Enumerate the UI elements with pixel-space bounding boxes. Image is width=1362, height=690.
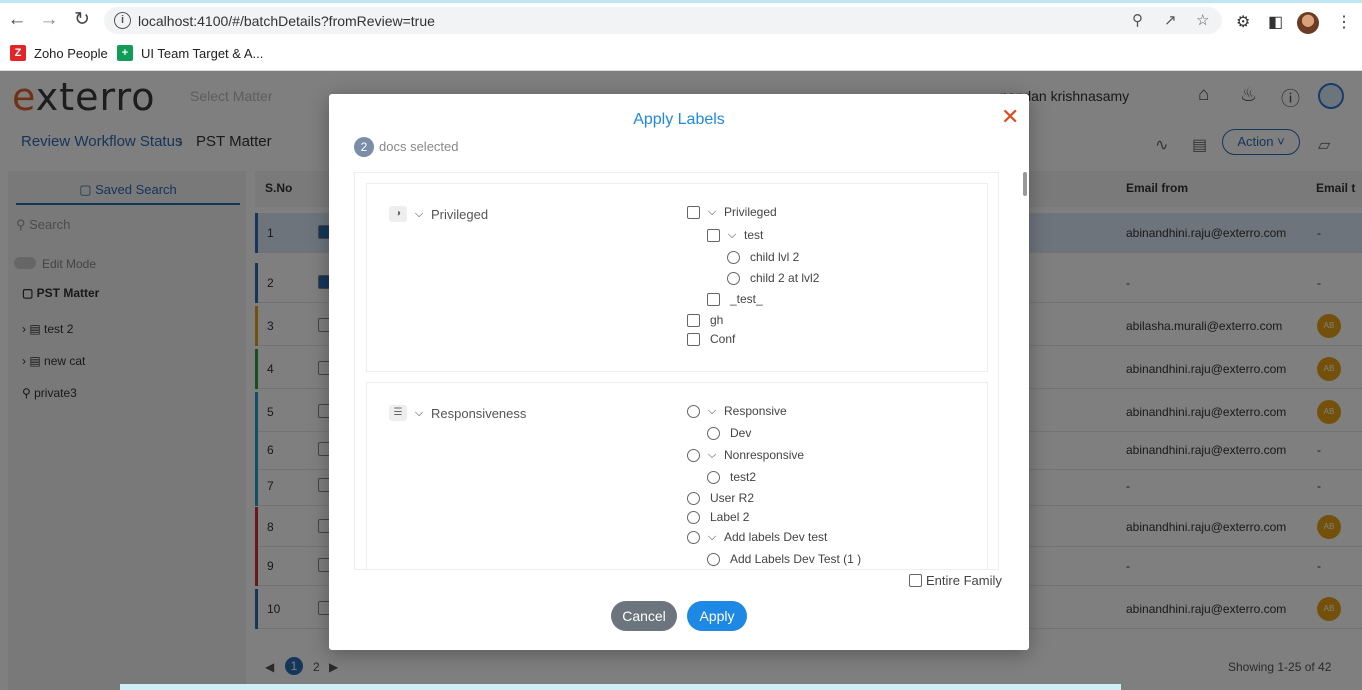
browser-menu-icon[interactable]: ⋮ [1336,12,1352,32]
chevron-down-icon[interactable]: ⌵ [706,405,718,418]
site-info-icon[interactable]: i [114,12,131,29]
option-user-r2[interactable]: User R2 [687,491,754,505]
option-test-underscore[interactable]: _test_ [707,292,763,306]
checkbox[interactable] [707,228,720,242]
option-child-2-at-lvl2[interactable]: child 2 at lvl2 [727,271,819,285]
bottom-notification-strip [120,684,1121,690]
apply-button[interactable]: Apply [687,601,747,631]
option-label-2[interactable]: Label 2 [687,510,749,524]
radio-button[interactable] [687,510,700,524]
option-label: test [744,228,764,242]
docs-count-badge: 2 [354,137,374,157]
option-label: Add Labels Dev Test (1 ) [730,552,862,566]
entire-family-checkbox[interactable] [909,574,922,587]
option-label: child lvl 2 [750,250,800,264]
docs-selected-label: docs selected [379,139,459,154]
zoho-logo-icon: Z [10,45,26,61]
address-bar[interactable]: i localhost:4100/#/batchDetails?fromRevi… [104,7,1222,34]
radio-button[interactable] [707,552,720,566]
share-icon[interactable]: ↗ [1164,11,1177,29]
reload-icon[interactable]: ↻ [71,9,93,31]
option-label: Label 2 [710,510,750,524]
sheets-logo-icon: + [117,45,133,61]
profile-avatar[interactable] [1297,12,1319,34]
apply-labels-dialog: Apply Labels ✕ 2 docs selected ◑ ⌵ Privi… [329,94,1029,650]
checkbox[interactable] [687,205,700,219]
chevron-down-icon[interactable]: ⌵ [413,407,425,420]
option-add-labels-dev-test-1[interactable]: Add Labels Dev Test (1 ) [707,552,861,566]
category-panel-responsiveness: ☰ ⌵ Responsiveness ⌵ Responsive Dev ⌵ Nonr… [366,382,988,569]
bookmarks-bar: Z Zoho People + UI Team Target & A... [0,37,1362,71]
checkbox[interactable] [687,332,700,346]
category-header-responsiveness[interactable]: ☰ ⌵ Responsiveness [389,405,526,421]
option-dev[interactable]: Dev [707,426,751,440]
category-panel-privileged: ◑ ⌵ Privileged ⌵ Privileged ⌵ test child l… [366,183,988,372]
labels-scroll-area[interactable]: ◑ ⌵ Privileged ⌵ Privileged ⌵ test child l… [354,172,999,570]
radio-button[interactable] [707,470,720,484]
browser-toolbar: ← → ↻ i localhost:4100/#/batchDetails?fr… [0,3,1362,37]
radio-button[interactable] [687,530,700,544]
radio-button[interactable] [707,426,720,440]
checkbox[interactable] [687,313,700,327]
globe-category-icon: ◑ [389,206,407,222]
option-nonresponsive[interactable]: ⌵ Nonresponsive [687,448,804,462]
option-label: _test_ [730,292,763,306]
bookmark-star-icon[interactable]: ☆ [1196,11,1209,29]
scrollbar-thumb[interactable] [1023,172,1027,196]
chevron-down-icon[interactable]: ⌵ [413,208,425,221]
category-header-privileged[interactable]: ◑ ⌵ Privileged [389,206,488,222]
radio-button[interactable] [727,250,740,264]
option-add-labels-dev-test[interactable]: ⌵ Add labels Dev test [687,530,827,544]
radio-button[interactable] [727,271,740,285]
key-icon[interactable]: ⚲ [1132,11,1143,29]
option-label: Dev [730,426,752,440]
bookmark-zoho-people[interactable]: Z Zoho People [10,45,108,61]
chevron-down-icon[interactable]: ⌵ [726,229,738,242]
option-label: Responsive [724,404,787,418]
bookmark-ui-team-target[interactable]: + UI Team Target & A... [117,45,263,61]
handshake-category-icon: ☰ [389,405,407,421]
url-text: localhost:4100/#/batchDetails?fromReview… [138,13,435,29]
option-privileged[interactable]: ⌵ Privileged [687,205,777,219]
cancel-button[interactable]: Cancel [611,601,677,631]
dialog-title: Apply Labels [633,111,725,128]
option-label: Conf [710,332,736,346]
radio-button[interactable] [687,404,700,418]
option-responsive[interactable]: ⌵ Responsive [687,404,787,418]
option-label: Privileged [724,205,777,219]
side-panel-icon[interactable]: ◧ [1268,12,1283,32]
category-label: Privileged [431,206,489,222]
option-conf[interactable]: Conf [687,332,735,346]
option-label: child 2 at lvl2 [750,271,820,285]
bookmark-label: Zoho People [34,45,108,61]
radio-button[interactable] [687,448,700,462]
chevron-down-icon[interactable]: ⌵ [706,449,718,462]
entire-family-option[interactable]: Entire Family [909,573,1002,588]
checkbox[interactable] [707,292,720,306]
option-label: Nonresponsive [724,448,805,462]
radio-button[interactable] [687,491,700,505]
option-label: test2 [730,470,757,484]
option-label: User R2 [710,491,755,505]
option-label: Add labels Dev test [724,530,828,544]
option-label: gh [710,313,724,327]
close-icon[interactable]: ✕ [1001,106,1019,128]
entire-family-label: Entire Family [926,573,1002,588]
extensions-puzzle-icon[interactable]: ⚙ [1236,12,1250,32]
category-label: Responsiveness [431,405,527,421]
option-child-lvl-2[interactable]: child lvl 2 [727,250,799,264]
option-gh[interactable]: gh [687,313,723,327]
option-test2[interactable]: test2 [707,470,756,484]
option-test[interactable]: ⌵ test [707,228,763,242]
bookmark-label: UI Team Target & A... [141,45,264,61]
chevron-down-icon[interactable]: ⌵ [706,531,718,544]
back-arrow-icon[interactable]: ← [6,9,28,31]
chevron-down-icon[interactable]: ⌵ [706,206,718,219]
forward-arrow-icon[interactable]: → [38,9,60,31]
